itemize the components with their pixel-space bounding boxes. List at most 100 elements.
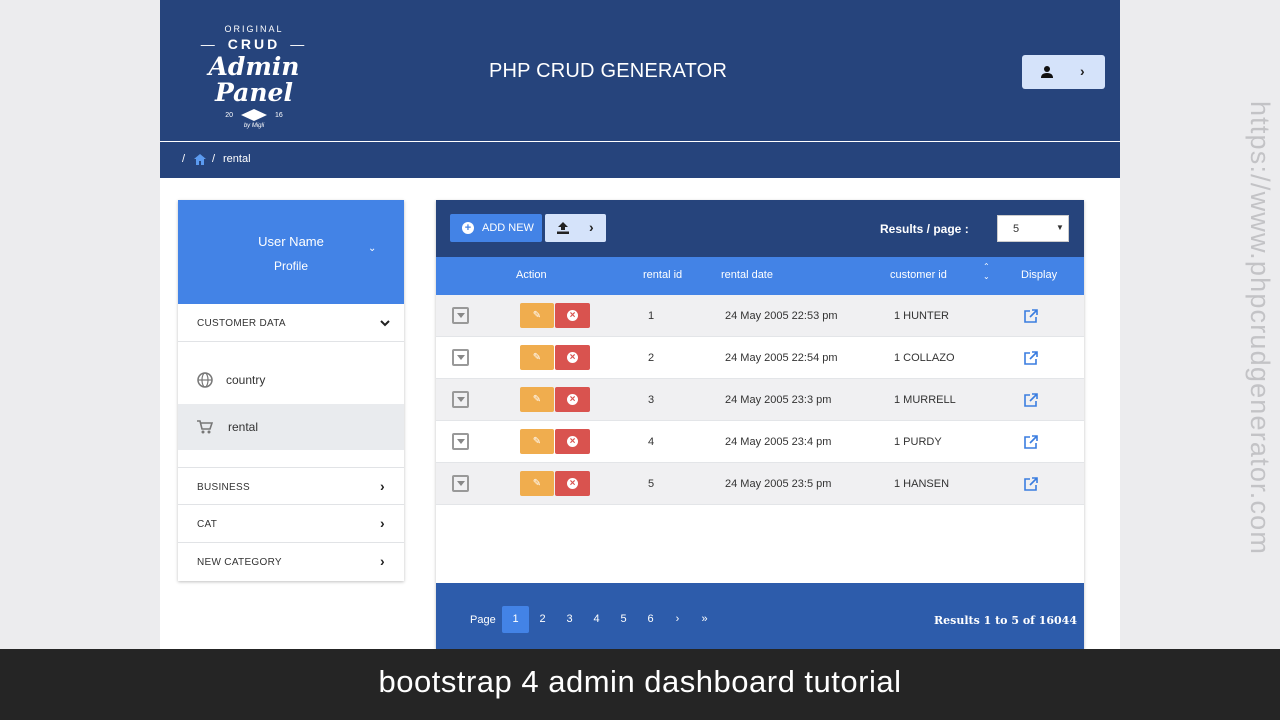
profile-card[interactable]: User Name Profile ⌄ [178,200,404,304]
results-per-page-label: Results / page : [880,222,969,236]
external-link-icon[interactable] [1024,435,1038,449]
cart-icon [197,420,213,434]
cell-rental-date: 24 May 2005 23:4 pm [725,436,832,448]
globe-icon [197,372,213,388]
upload-icon [557,222,569,234]
breadcrumb-current: rental [223,153,251,165]
logo-crud-text: CRUD [174,36,334,52]
last-page-button[interactable]: » [691,606,718,633]
plus-circle-icon: + [462,222,474,234]
header: ORIGINAL CRUD Admin Panel 2016 by Migli … [160,0,1120,141]
page-button-2[interactable]: 2 [529,606,556,633]
results-summary: Results 1 to 5 of 16044 [934,614,1077,627]
delete-button[interactable] [555,303,590,328]
logo-year-right: 16 [275,111,283,119]
logo-year-left: 20 [225,111,233,119]
external-link-icon[interactable] [1024,477,1038,491]
chevron-right-icon: › [1080,63,1085,79]
chevron-right-icon: › [589,219,594,235]
header-action: Action [516,269,547,281]
rental-panel: + ADD NEW › Results / page : 5 ▼ Action … [436,200,1084,672]
chevron-right-icon: › [380,515,385,531]
external-link-icon[interactable] [1024,393,1038,407]
sidebar-category-customer-data[interactable]: CUSTOMER DATA [178,304,404,342]
expand-row-icon[interactable] [452,349,469,366]
cell-customer-id: 1 HUNTER [894,310,950,322]
add-new-label: ADD NEW [482,222,534,234]
results-per-page-value: 5 [1013,223,1020,235]
export-button[interactable]: › [545,214,606,242]
sidebar-item-country[interactable]: country [178,357,404,403]
expand-row-icon[interactable] [452,307,469,324]
delete-button[interactable] [555,429,590,454]
watermark-url: https://www.phpcrudgenerator.com [1245,100,1275,556]
dropdown-arrow-icon: ▼ [1056,223,1064,232]
header-rental-id[interactable]: rental id [643,269,682,281]
chevron-right-icon: › [380,553,385,569]
table-row: ✎ 5 24 May 2005 23:5 pm 1 HANSEN [436,463,1084,505]
expand-row-icon[interactable] [452,433,469,450]
expand-row-icon[interactable] [452,391,469,408]
table-toolbar: + ADD NEW › Results / page : 5 ▼ [436,200,1084,257]
page-button-6[interactable]: 6 [637,606,664,633]
home-icon[interactable] [194,154,206,165]
logo[interactable]: ORIGINAL CRUD Admin Panel 2016 by Migli [174,20,334,129]
sidebar-item-label: rental [228,420,259,434]
edit-button[interactable]: ✎ [520,429,554,454]
pagination-label: Page [470,614,496,626]
page-button-5[interactable]: 5 [610,606,637,633]
table-header: Action rental id rental date customer id… [436,257,1084,295]
sort-icon[interactable]: ⌃ ⌄ [983,262,990,282]
cell-rental-date: 24 May 2005 22:54 pm [725,352,838,364]
sidebar-item-label: country [226,373,266,387]
chevron-right-icon: › [380,478,385,494]
sidebar-category-cat[interactable]: CAT › [178,505,404,543]
breadcrumb: / / rental [160,142,1120,178]
cell-rental-date: 24 May 2005 23:3 pm [725,394,832,406]
header-rental-date[interactable]: rental date [721,269,773,281]
sidebar-category-new-category[interactable]: NEW CATEGORY › [178,543,404,581]
logo-year: 20 16 [174,109,334,121]
logo-top-text: ORIGINAL [224,24,284,34]
user-menu-button[interactable]: › [1022,55,1105,89]
cell-customer-id: 1 MURRELL [894,394,956,406]
app-window: ORIGINAL CRUD Admin Panel 2016 by Migli … [160,0,1120,720]
delete-button[interactable] [555,471,590,496]
edit-button[interactable]: ✎ [520,387,554,412]
sidebar-category-label: CAT [197,519,218,530]
edit-button[interactable]: ✎ [520,345,554,370]
profile-link[interactable]: Profile [178,259,404,273]
chevron-down-icon[interactable]: ⌄ [368,243,376,254]
expand-row-icon[interactable] [452,475,469,492]
edit-button[interactable]: ✎ [520,471,554,496]
sidebar-category-label: CUSTOMER DATA [197,318,286,329]
next-page-button[interactable]: › [664,606,691,633]
logo-by-text: by Migli [243,123,265,129]
user-icon [1041,66,1053,78]
breadcrumb-separator: / [182,153,186,165]
delete-button[interactable] [555,345,590,370]
edit-button[interactable]: ✎ [520,303,554,328]
page-button-1[interactable]: 1 [502,606,529,633]
header-display: Display [1021,269,1058,281]
external-link-icon[interactable] [1024,309,1038,323]
add-new-button[interactable]: + ADD NEW [450,214,542,242]
sidebar-category-business[interactable]: BUSINESS › [178,467,404,505]
table-row: ✎ 3 24 May 2005 23:3 pm 1 MURRELL [436,379,1084,421]
results-per-page-select[interactable]: 5 ▼ [997,215,1069,242]
cell-rental-id: 3 [648,394,655,406]
cell-customer-id: 1 HANSEN [894,478,950,490]
table-row: ✎ 2 24 May 2005 22:54 pm 1 COLLAZO [436,337,1084,379]
table-row: ✎ 4 24 May 2005 23:4 pm 1 PURDY [436,421,1084,463]
sidebar-category-label: BUSINESS [197,482,250,493]
external-link-icon[interactable] [1024,351,1038,365]
sidebar-item-rental[interactable]: rental [178,404,404,450]
cell-rental-id: 4 [648,436,655,448]
header-customer-id[interactable]: customer id [890,269,947,281]
delete-button[interactable] [555,387,590,412]
table-row: ✎ 1 24 May 2005 22:53 pm 1 HUNTER [436,295,1084,337]
page-button-3[interactable]: 3 [556,606,583,633]
page-button-4[interactable]: 4 [583,606,610,633]
cell-customer-id: 1 PURDY [894,436,942,448]
logo-diamond-icon [241,109,267,121]
